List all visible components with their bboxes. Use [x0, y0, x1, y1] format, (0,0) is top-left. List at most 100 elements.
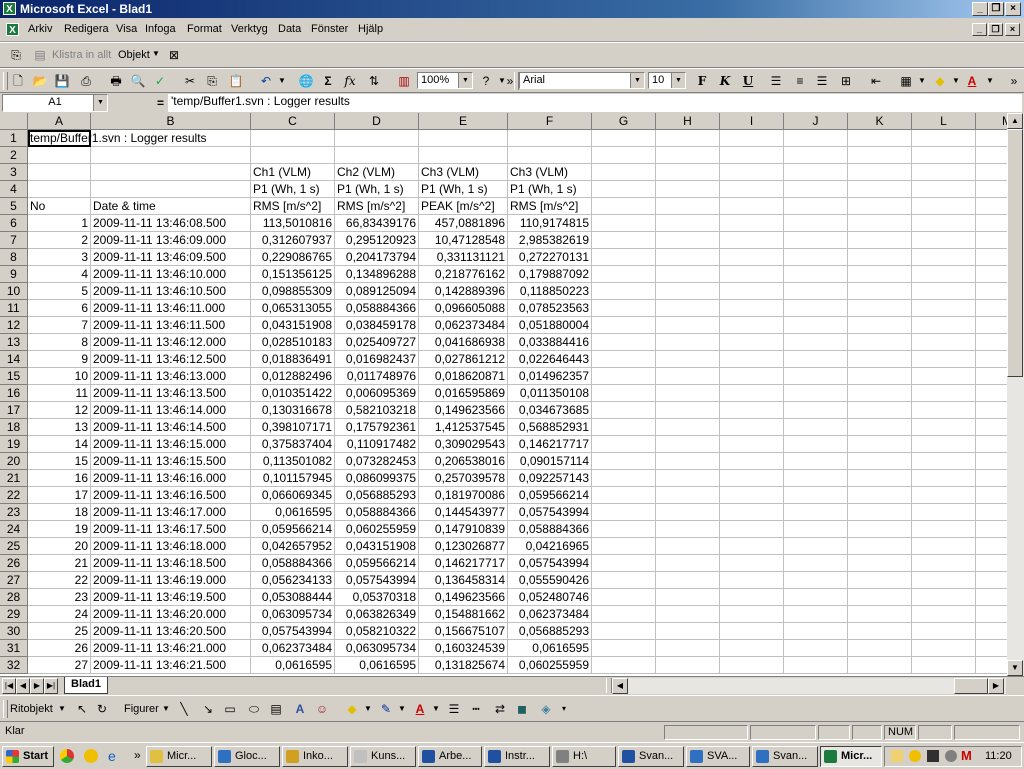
cell-k7[interactable]	[848, 232, 912, 249]
cell-c29[interactable]: 0,063095734	[251, 606, 335, 623]
row-header[interactable]: 29	[0, 606, 28, 623]
cell-i27[interactable]	[720, 572, 784, 589]
formula-input[interactable]: 'temp/Buffer1.svn : Logger results	[168, 94, 1022, 112]
cell-g30[interactable]	[592, 623, 656, 640]
cell-d9[interactable]: 0,134896288	[335, 266, 419, 283]
cell-l15[interactable]	[912, 368, 976, 385]
ie-icon[interactable]: e	[108, 748, 116, 764]
cell-h18[interactable]	[656, 419, 720, 436]
paste-icon[interactable]: 📋	[226, 71, 246, 91]
row-header[interactable]: 31	[0, 640, 28, 657]
cell-f14[interactable]: 0,022646443	[508, 351, 592, 368]
toolbar-options-icon[interactable]: ▾	[554, 699, 574, 719]
cell-l11[interactable]	[912, 300, 976, 317]
object-menu-button[interactable]: Objekt	[118, 49, 150, 61]
cell-a24[interactable]: 19	[28, 521, 91, 538]
cell-h13[interactable]	[656, 334, 720, 351]
row-header[interactable]: 21	[0, 470, 28, 487]
row-header[interactable]: 5	[0, 198, 28, 215]
cell-b22[interactable]: 2009-11-11 13:46:16.500	[91, 487, 251, 504]
cell-g8[interactable]	[592, 249, 656, 266]
menu-fonster[interactable]: Fönster	[311, 23, 348, 35]
cell-f31[interactable]: 0,0616595	[508, 640, 592, 657]
cell-m20[interactable]	[976, 453, 1007, 470]
cell-d14[interactable]: 0,016982437	[335, 351, 419, 368]
cell-h27[interactable]	[656, 572, 720, 589]
cell-l12[interactable]	[912, 317, 976, 334]
chevron-down-icon[interactable]: ▼	[58, 704, 66, 713]
cell-b11[interactable]: 2009-11-11 13:46:11.000	[91, 300, 251, 317]
row-header[interactable]: 32	[0, 657, 28, 674]
cell-m18[interactable]	[976, 419, 1007, 436]
horizontal-scrollbar[interactable]: ◀ ▶	[612, 678, 1006, 694]
cell-e2[interactable]	[419, 147, 508, 164]
row-header[interactable]: 25	[0, 538, 28, 555]
cell-a7[interactable]: 2	[28, 232, 91, 249]
doc-restore-button[interactable]: ❐	[988, 23, 1003, 36]
cell-k1[interactable]	[848, 130, 912, 147]
cell-e1[interactable]	[419, 130, 508, 147]
cell-a6[interactable]: 1	[28, 215, 91, 232]
row-header[interactable]: 14	[0, 351, 28, 368]
close-button[interactable]: ×	[1005, 2, 1021, 16]
cell-e4[interactable]: P1 (Wh, 1 s)	[419, 181, 508, 198]
cell-l13[interactable]	[912, 334, 976, 351]
cell-i13[interactable]	[720, 334, 784, 351]
taskbar-button[interactable]: Gloc...	[214, 746, 280, 767]
cell-c20[interactable]: 0,113501082	[251, 453, 335, 470]
cell-b15[interactable]: 2009-11-11 13:46:13.000	[91, 368, 251, 385]
chevron-down-icon[interactable]: ▼	[458, 73, 472, 88]
cell-e3[interactable]: Ch3 (VLM)	[419, 164, 508, 181]
cell-a9[interactable]: 4	[28, 266, 91, 283]
hyperlink-icon[interactable]: 🌐	[296, 71, 316, 91]
cell-l4[interactable]	[912, 181, 976, 198]
cell-i19[interactable]	[720, 436, 784, 453]
cell-d26[interactable]: 0,059566214	[335, 555, 419, 572]
cell-g27[interactable]	[592, 572, 656, 589]
chart-wizard-icon[interactable]: ▥	[394, 71, 414, 91]
cell-i22[interactable]	[720, 487, 784, 504]
prev-sheet-icon[interactable]: ◀	[16, 678, 30, 694]
cell-e7[interactable]: 10,47128548	[419, 232, 508, 249]
cell-i16[interactable]	[720, 385, 784, 402]
cell-c5[interactable]: RMS [m/s^2]	[251, 198, 335, 215]
cell-j23[interactable]	[784, 504, 848, 521]
cell-h17[interactable]	[656, 402, 720, 419]
oval-icon[interactable]: ⬭	[244, 699, 264, 719]
cell-j14[interactable]	[784, 351, 848, 368]
chevron-down-icon[interactable]: ▼	[93, 95, 107, 111]
cell-g23[interactable]	[592, 504, 656, 521]
menu-redigera[interactable]: Redigera	[64, 23, 109, 35]
cell-f17[interactable]: 0,034673685	[508, 402, 592, 419]
cell-g16[interactable]	[592, 385, 656, 402]
cell-m26[interactable]	[976, 555, 1007, 572]
cell-f16[interactable]: 0,011350108	[508, 385, 592, 402]
cell-i10[interactable]	[720, 283, 784, 300]
cell-f18[interactable]: 0,568852931	[508, 419, 592, 436]
cell-b30[interactable]: 2009-11-11 13:46:20.500	[91, 623, 251, 640]
cell-l14[interactable]	[912, 351, 976, 368]
cell-b9[interactable]: 2009-11-11 13:46:10.000	[91, 266, 251, 283]
arrow-icon[interactable]: ↘	[198, 699, 218, 719]
cell-k3[interactable]	[848, 164, 912, 181]
cell-f21[interactable]: 0,092257143	[508, 470, 592, 487]
cell-k28[interactable]	[848, 589, 912, 606]
chrome-icon[interactable]	[60, 749, 74, 763]
cell-d24[interactable]: 0,060255959	[335, 521, 419, 538]
cell-g29[interactable]	[592, 606, 656, 623]
cell-f26[interactable]: 0,057543994	[508, 555, 592, 572]
cell-b7[interactable]: 2009-11-11 13:46:09.000	[91, 232, 251, 249]
cell-b18[interactable]: 2009-11-11 13:46:14.500	[91, 419, 251, 436]
cell-d7[interactable]: 0,295120923	[335, 232, 419, 249]
cell-h29[interactable]	[656, 606, 720, 623]
cell-g22[interactable]	[592, 487, 656, 504]
cell-b19[interactable]: 2009-11-11 13:46:15.000	[91, 436, 251, 453]
cell-c22[interactable]: 0,066069345	[251, 487, 335, 504]
cell-b27[interactable]: 2009-11-11 13:46:19.000	[91, 572, 251, 589]
cell-b3[interactable]	[91, 164, 251, 181]
cell-h22[interactable]	[656, 487, 720, 504]
cell-c17[interactable]: 0,130316678	[251, 402, 335, 419]
cell-i12[interactable]	[720, 317, 784, 334]
toolbar-options-icon[interactable]: »	[1004, 71, 1024, 91]
cell-i26[interactable]	[720, 555, 784, 572]
